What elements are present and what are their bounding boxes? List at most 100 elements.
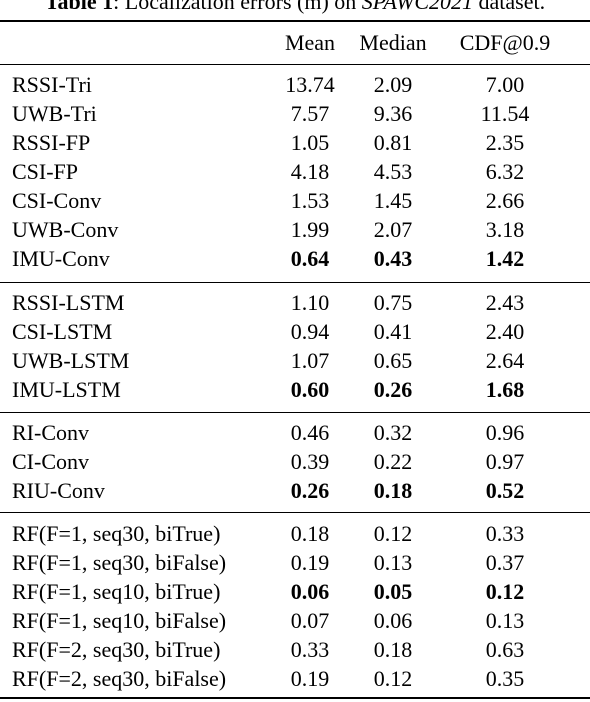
cdf-cell: 0.33 bbox=[485, 521, 525, 546]
method-cell: IMU-LSTM bbox=[12, 377, 121, 402]
cdf-cell: 0.12 bbox=[485, 579, 525, 604]
mean-cell: 0.60 bbox=[290, 377, 330, 402]
cdf-cell: 0.63 bbox=[485, 637, 525, 662]
median-cell: 2.07 bbox=[373, 217, 413, 242]
table-row: RF(F=2, seq30, biTrue) 0.33 0.18 0.63 bbox=[0, 635, 590, 664]
mean-cell: 0.33 bbox=[290, 637, 330, 662]
header-rule bbox=[0, 64, 590, 65]
table-row: CSI-Conv 1.53 1.45 2.66 bbox=[0, 186, 590, 215]
mean-cell: 1.07 bbox=[290, 348, 330, 373]
table-row: RI-Conv 0.46 0.32 0.96 bbox=[0, 418, 590, 447]
cdf-cell: 2.35 bbox=[485, 130, 525, 155]
method-cell: RF(F=1, seq10, biFalse) bbox=[12, 608, 227, 633]
mean-cell: 0.07 bbox=[290, 608, 330, 633]
cdf-cell: 0.13 bbox=[485, 608, 525, 633]
cdf-cell: 2.64 bbox=[485, 348, 525, 373]
table-row: RF(F=1, seq30, biTrue) 0.18 0.12 0.33 bbox=[0, 519, 590, 548]
table-row: CI-Conv 0.39 0.22 0.97 bbox=[0, 447, 590, 476]
table-row: RF(F=1, seq10, biFalse) 0.07 0.06 0.13 bbox=[0, 606, 590, 635]
cdf-cell: 0.35 bbox=[485, 666, 525, 691]
mean-cell: 0.06 bbox=[290, 579, 330, 604]
method-cell: RF(F=2, seq30, biTrue) bbox=[12, 637, 221, 662]
cdf-cell: 0.96 bbox=[485, 420, 525, 445]
table-row: RSSI-FP 1.05 0.81 2.35 bbox=[0, 128, 590, 157]
table-row: IMU-Conv 0.64 0.43 1.42 bbox=[0, 244, 590, 273]
method-cell: CI-Conv bbox=[12, 449, 89, 474]
method-cell: RIU-Conv bbox=[12, 478, 105, 503]
table-row: UWB-Conv 1.99 2.07 3.18 bbox=[0, 215, 590, 244]
header-mean: Mean bbox=[284, 30, 336, 55]
table-row: CSI-LSTM 0.94 0.41 2.40 bbox=[0, 317, 590, 346]
median-cell: 0.12 bbox=[373, 666, 413, 691]
method-cell: CSI-LSTM bbox=[12, 319, 113, 344]
cdf-cell: 3.18 bbox=[485, 217, 525, 242]
mean-cell: 0.26 bbox=[290, 478, 330, 503]
method-cell: RF(F=1, seq30, biTrue) bbox=[12, 521, 221, 546]
method-cell: CSI-Conv bbox=[12, 188, 102, 213]
table-row: RSSI-Tri 13.74 2.09 7.00 bbox=[0, 70, 590, 99]
table-row: RF(F=1, seq30, biFalse) 0.19 0.13 0.37 bbox=[0, 548, 590, 577]
method-cell: RSSI-LSTM bbox=[12, 290, 125, 315]
table-row: IMU-LSTM 0.60 0.26 1.68 bbox=[0, 375, 590, 404]
median-cell: 0.12 bbox=[373, 521, 413, 546]
caption-text-end: dataset. bbox=[473, 0, 546, 14]
method-cell: RF(F=1, seq10, biTrue) bbox=[12, 579, 221, 604]
caption-dataset: SPAWC2021 bbox=[361, 0, 474, 14]
table-row: CSI-FP 4.18 4.53 6.32 bbox=[0, 157, 590, 186]
median-cell: 0.22 bbox=[373, 449, 413, 474]
median-cell: 0.18 bbox=[373, 478, 413, 503]
table-row: RF(F=1, seq10, biTrue) 0.06 0.05 0.12 bbox=[0, 577, 590, 606]
method-cell: RI-Conv bbox=[12, 420, 89, 445]
method-cell: UWB-Tri bbox=[12, 101, 97, 126]
cdf-cell: 0.97 bbox=[485, 449, 525, 474]
header-cdf: CDF@0.9 bbox=[459, 30, 551, 55]
median-cell: 0.05 bbox=[373, 579, 413, 604]
table-row: UWB-Tri 7.57 9.36 11.54 bbox=[0, 99, 590, 128]
median-cell: 0.65 bbox=[373, 348, 413, 373]
median-cell: 0.75 bbox=[373, 290, 413, 315]
mean-cell: 0.19 bbox=[290, 550, 330, 575]
group-separator-rule bbox=[0, 412, 590, 413]
cdf-cell: 0.52 bbox=[485, 478, 525, 503]
mean-cell: 1.53 bbox=[290, 188, 330, 213]
method-cell: RSSI-Tri bbox=[12, 72, 92, 97]
header-median: Median bbox=[359, 30, 427, 55]
median-cell: 0.41 bbox=[373, 319, 413, 344]
mean-cell: 13.74 bbox=[285, 72, 335, 97]
table-row: RF(F=2, seq30, biFalse) 0.19 0.12 0.35 bbox=[0, 664, 590, 693]
median-cell: 0.26 bbox=[373, 377, 413, 402]
method-cell: RF(F=1, seq30, biFalse) bbox=[12, 550, 227, 575]
method-cell: UWB-LSTM bbox=[12, 348, 130, 373]
median-cell: 0.06 bbox=[373, 608, 413, 633]
caption-label: Table 1 bbox=[44, 0, 114, 14]
median-cell: 2.09 bbox=[373, 72, 413, 97]
mean-cell: 7.57 bbox=[290, 101, 330, 126]
mean-cell: 0.64 bbox=[290, 246, 330, 271]
method-cell: RF(F=2, seq30, biFalse) bbox=[12, 666, 227, 691]
header-row: Mean Median CDF@0.9 bbox=[0, 28, 590, 57]
group-separator-rule bbox=[0, 512, 590, 513]
median-cell: 0.43 bbox=[373, 246, 413, 271]
mean-cell: 0.39 bbox=[290, 449, 330, 474]
cdf-cell: 1.68 bbox=[485, 377, 525, 402]
cdf-cell: 11.54 bbox=[480, 101, 530, 126]
bottom-rule bbox=[0, 697, 590, 699]
mean-cell: 0.94 bbox=[290, 319, 330, 344]
method-cell: RSSI-FP bbox=[12, 130, 91, 155]
table-caption: Table 1: Localization errors (m) on SPAW… bbox=[0, 0, 590, 14]
mean-cell: 0.19 bbox=[290, 666, 330, 691]
cdf-cell: 2.66 bbox=[485, 188, 525, 213]
mean-cell: 1.10 bbox=[290, 290, 330, 315]
top-rule bbox=[0, 20, 590, 22]
cdf-cell: 2.40 bbox=[485, 319, 525, 344]
caption-text: : Localization errors (m) on bbox=[113, 0, 362, 14]
median-cell: 0.81 bbox=[373, 130, 413, 155]
median-cell: 1.45 bbox=[373, 188, 413, 213]
cdf-cell: 0.37 bbox=[485, 550, 525, 575]
cdf-cell: 7.00 bbox=[485, 72, 525, 97]
median-cell: 0.32 bbox=[373, 420, 413, 445]
median-cell: 0.13 bbox=[373, 550, 413, 575]
cdf-cell: 1.42 bbox=[485, 246, 525, 271]
median-cell: 9.36 bbox=[373, 101, 413, 126]
mean-cell: 0.46 bbox=[290, 420, 330, 445]
